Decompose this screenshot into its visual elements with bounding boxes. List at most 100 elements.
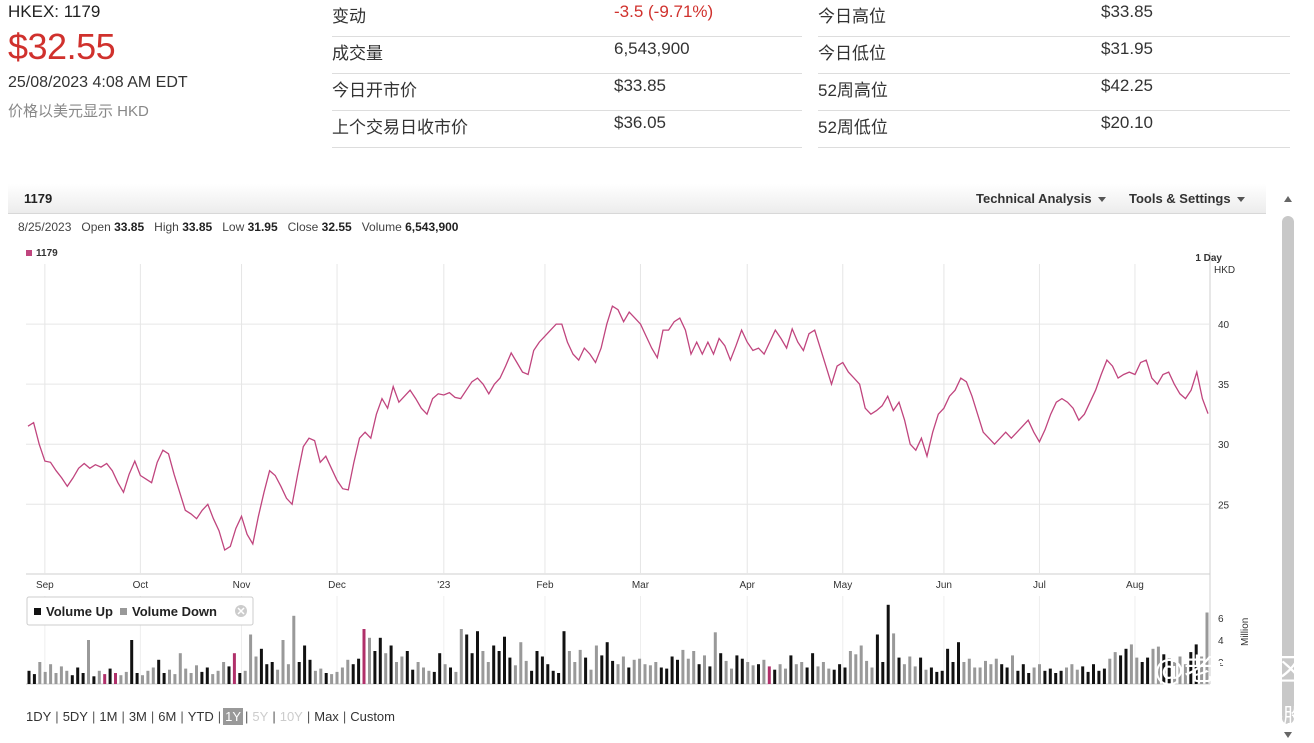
volume-bar bbox=[767, 666, 771, 684]
volume-bar bbox=[76, 667, 80, 684]
volume-up-swatch bbox=[34, 608, 41, 615]
volume-bar bbox=[1113, 652, 1117, 684]
stat-value: $20.10 bbox=[1101, 113, 1153, 132]
volume-bar bbox=[546, 664, 550, 684]
volume-y-tick-label: 6 bbox=[1218, 614, 1224, 625]
volume-bar bbox=[865, 660, 869, 684]
volume-bar bbox=[562, 631, 566, 684]
volume-bar bbox=[676, 659, 679, 684]
volume-bar bbox=[978, 667, 982, 684]
range-button-6m[interactable]: 6M bbox=[156, 709, 178, 724]
volume-bar bbox=[449, 667, 452, 684]
volume-bar bbox=[346, 659, 350, 684]
volume-bar bbox=[832, 669, 836, 684]
scroll-down-icon[interactable] bbox=[1284, 732, 1292, 738]
stat-label: 今日低位 bbox=[818, 44, 886, 63]
volume-bar bbox=[443, 664, 447, 684]
volume-bar bbox=[951, 662, 955, 684]
scroll-up-icon[interactable] bbox=[1284, 196, 1292, 202]
range-button-max[interactable]: Max bbox=[312, 709, 341, 724]
volume-bar bbox=[184, 668, 188, 684]
volume-bar bbox=[848, 651, 852, 684]
volume-bar bbox=[1065, 667, 1068, 684]
volume-bar bbox=[340, 667, 344, 684]
range-button-3m[interactable]: 3M bbox=[127, 709, 149, 724]
volume-bar bbox=[919, 657, 923, 684]
volume-bar bbox=[665, 668, 669, 684]
volume-up-label: Volume Up bbox=[46, 604, 113, 619]
volume-bar bbox=[584, 657, 588, 684]
volume-bar bbox=[643, 664, 647, 684]
volume-bar bbox=[87, 640, 90, 684]
price-volume-chart[interactable]: 25 30 35 40 Sep Oct Nov Dec '23 Feb Mar Apr May Jun Ju… bbox=[8, 184, 1266, 738]
volume-bar bbox=[254, 656, 258, 684]
volume-bar bbox=[578, 649, 582, 684]
volume-bar bbox=[648, 665, 652, 684]
volume-bar bbox=[897, 657, 901, 684]
stat-label: 52周高位 bbox=[818, 81, 888, 100]
volume-bar bbox=[308, 659, 312, 684]
volume-bar bbox=[351, 664, 355, 684]
x-tick-label: Apr bbox=[739, 580, 755, 591]
volume-bar bbox=[735, 655, 739, 684]
volume-bar bbox=[1119, 655, 1123, 684]
volume-bar bbox=[32, 674, 36, 684]
range-button-1y[interactable]: 1Y bbox=[223, 708, 244, 725]
volume-bar bbox=[611, 660, 615, 684]
volume-bar bbox=[794, 664, 798, 684]
volume-bar bbox=[141, 675, 144, 684]
volume-bar bbox=[1016, 670, 1020, 684]
range-button-10y: 10Y bbox=[279, 709, 303, 724]
volume-y-axis-title: Million bbox=[1240, 618, 1251, 646]
range-selector: 1DY | 5DY | 1M | 3M | 6M | YTD | 1Y | 5Y | 10Y | Max | Custo… bbox=[24, 708, 397, 725]
stat-row: 变动 -3.5 (-9.71%) bbox=[332, 0, 802, 37]
x-tick-label: Mar bbox=[632, 580, 650, 591]
volume-bar bbox=[243, 670, 247, 684]
volume-bar bbox=[238, 673, 242, 684]
volume-bar bbox=[400, 656, 404, 684]
range-button-custom[interactable]: Custom bbox=[348, 709, 397, 724]
range-separator: | bbox=[180, 709, 184, 724]
volume-bar bbox=[751, 665, 755, 684]
range-button-5dy[interactable]: 5DY bbox=[61, 709, 90, 724]
volume-bar bbox=[816, 666, 820, 684]
range-separator: | bbox=[55, 709, 59, 724]
volume-bar bbox=[503, 636, 506, 684]
volume-bar bbox=[713, 632, 717, 684]
volume-bar bbox=[594, 645, 598, 684]
volume-bar bbox=[205, 667, 209, 684]
price-y-tick-label: 25 bbox=[1218, 500, 1230, 511]
x-tick-label: Aug bbox=[1126, 580, 1144, 591]
stat-row: 今日低位 $31.95 bbox=[818, 37, 1290, 74]
volume-bar bbox=[1011, 655, 1014, 684]
volume-bar bbox=[1027, 673, 1031, 684]
range-button-1dy[interactable]: 1DY bbox=[24, 709, 53, 724]
volume-bar bbox=[692, 651, 696, 684]
x-tick-label: Nov bbox=[233, 580, 251, 591]
volume-bar bbox=[432, 671, 436, 684]
volume-bar bbox=[470, 653, 474, 684]
volume-bar bbox=[762, 659, 766, 684]
volume-bar bbox=[108, 668, 112, 684]
stat-row: 今日高位 $33.85 bbox=[818, 0, 1290, 37]
volume-bar bbox=[465, 634, 469, 684]
volume-bar bbox=[946, 648, 950, 684]
volume-bar bbox=[362, 629, 366, 684]
volume-bar bbox=[54, 673, 58, 684]
x-tick-label: Feb bbox=[536, 580, 554, 591]
volume-bar bbox=[1021, 664, 1025, 684]
volume-bar bbox=[1086, 671, 1090, 684]
volume-bar bbox=[854, 654, 858, 684]
volume-bar bbox=[681, 649, 685, 684]
volume-bar bbox=[811, 653, 815, 684]
volume-bar bbox=[200, 671, 204, 684]
range-button-1m[interactable]: 1M bbox=[97, 709, 119, 724]
volume-bar bbox=[746, 662, 750, 684]
volume-bar bbox=[211, 674, 215, 684]
volume-bar bbox=[989, 664, 993, 684]
volume-bar bbox=[1146, 657, 1150, 684]
range-button-ytd[interactable]: YTD bbox=[186, 709, 216, 724]
stat-value: $33.85 bbox=[1101, 2, 1153, 21]
x-tick-label: Jun bbox=[936, 580, 952, 591]
volume-bar bbox=[1070, 664, 1074, 684]
